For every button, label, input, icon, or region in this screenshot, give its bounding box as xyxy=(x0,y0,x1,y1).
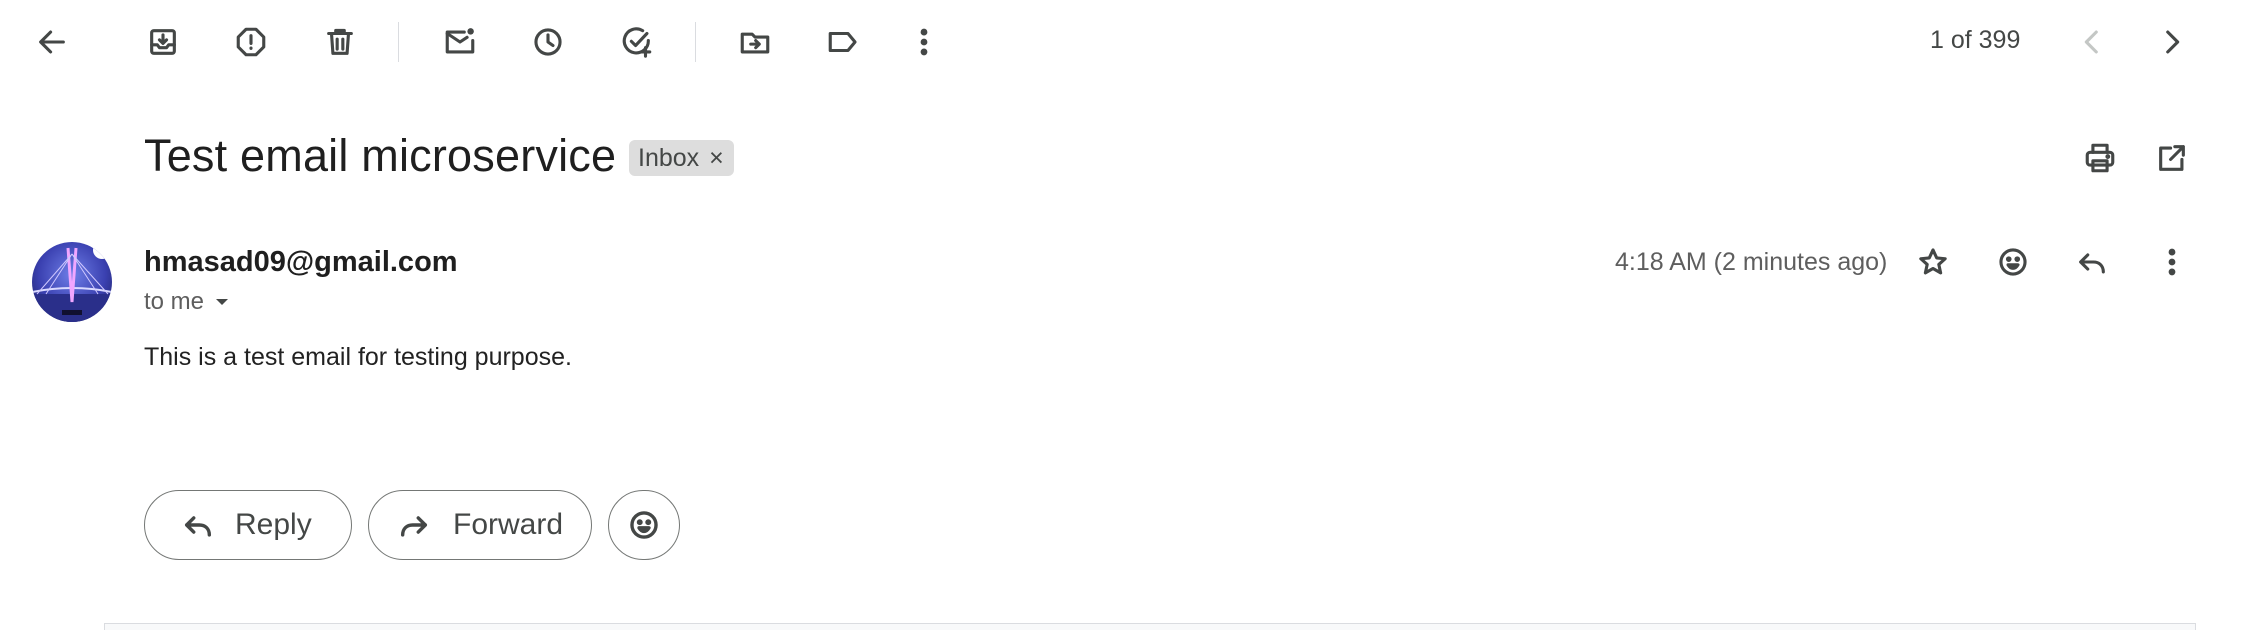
labels-button[interactable] xyxy=(815,14,871,70)
forward-label: Forward xyxy=(453,508,564,541)
star-button[interactable] xyxy=(1905,234,1961,290)
star-icon xyxy=(1919,248,1947,275)
remove-label-icon[interactable]: × xyxy=(709,144,724,173)
add-task-button[interactable] xyxy=(609,14,665,70)
older-button[interactable] xyxy=(2144,14,2200,70)
chevron-right-icon xyxy=(2166,30,2180,54)
trash-icon xyxy=(327,28,353,55)
recipient-details[interactable]: to me xyxy=(144,288,234,316)
snooze-button[interactable] xyxy=(520,14,576,70)
label-text: Inbox xyxy=(638,143,700,172)
forward-button[interactable]: Forward xyxy=(368,490,592,560)
recipient-text: to me xyxy=(144,288,205,315)
reply-icon-button[interactable] xyxy=(2064,234,2120,290)
back-button[interactable] xyxy=(24,14,80,70)
more-vert-icon xyxy=(920,28,928,56)
archive-button[interactable] xyxy=(135,14,191,70)
inbox-label-chip: Inbox × xyxy=(629,140,734,176)
newer-button[interactable] xyxy=(2064,14,2120,70)
label-icon xyxy=(828,31,857,53)
toolbar-divider xyxy=(695,22,696,62)
reply-label: Reply xyxy=(235,508,312,541)
react-button[interactable] xyxy=(608,490,680,560)
snooze-clock-icon xyxy=(534,28,562,56)
mark-unread-button[interactable] xyxy=(432,14,488,70)
move-to-folder-icon xyxy=(740,32,770,54)
add-reaction-button[interactable] xyxy=(1985,234,2041,290)
message-more-button[interactable] xyxy=(2144,234,2200,290)
emoji-icon xyxy=(1999,248,2027,276)
sender-photo xyxy=(32,242,112,322)
sender-address[interactable]: hmasad09@gmail.com xyxy=(144,246,458,279)
avatar[interactable] xyxy=(32,242,112,322)
message-timestamp: 4:18 AM (2 minutes ago) xyxy=(1615,248,1888,276)
archive-icon xyxy=(150,29,176,55)
add-task-icon xyxy=(622,27,652,58)
chevron-left-icon xyxy=(2084,30,2098,54)
back-arrow-icon xyxy=(39,30,65,54)
delete-button[interactable] xyxy=(312,14,368,70)
print-all-button[interactable] xyxy=(2072,130,2128,186)
print-icon xyxy=(2085,143,2115,173)
more-options-button[interactable] xyxy=(896,14,952,70)
bottom-panel-edge xyxy=(104,623,2196,630)
message-body: This is a test email for testing purpose… xyxy=(144,343,572,371)
reply-button[interactable]: Reply xyxy=(144,490,352,560)
email-subject: Test email microservice xyxy=(144,130,617,181)
move-to-button[interactable] xyxy=(727,14,783,70)
pagination-count: 1 of 399 xyxy=(1930,26,2021,54)
report-spam-button[interactable] xyxy=(223,14,279,70)
open-new-window-button[interactable] xyxy=(2144,130,2200,186)
reply-icon xyxy=(2079,253,2105,274)
more-vert-icon xyxy=(2168,248,2176,276)
forward-icon xyxy=(400,516,428,537)
emoji-icon xyxy=(630,511,658,539)
report-spam-icon xyxy=(236,27,266,57)
toolbar-divider xyxy=(398,22,399,62)
caret-down-icon xyxy=(216,299,229,305)
open-in-new-icon xyxy=(2159,145,2185,171)
reply-icon xyxy=(184,516,212,537)
mark-unread-icon xyxy=(445,28,475,54)
